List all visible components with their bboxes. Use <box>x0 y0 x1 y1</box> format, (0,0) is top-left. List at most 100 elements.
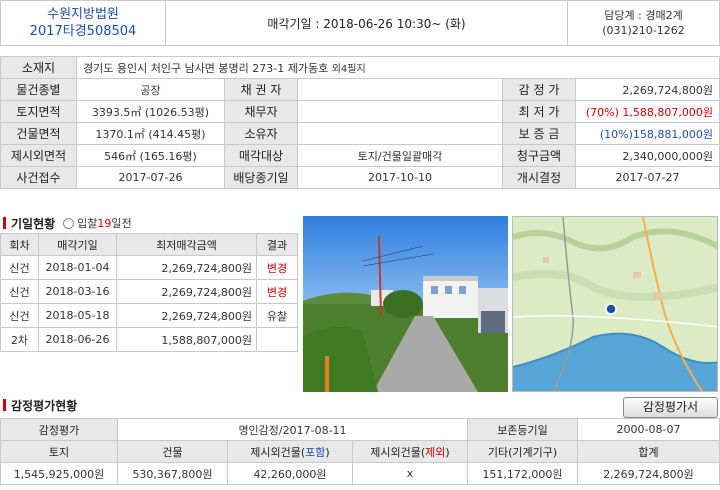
location-label: 소재지 <box>0 56 77 79</box>
col-date: 매각기일 <box>38 233 117 256</box>
case-header: 수원지방법원 2017타경508504 매각기일 : 2018-06-26 10… <box>0 0 720 46</box>
col-incl: 제시외건물(포함) <box>227 440 353 463</box>
incl-post: ) <box>325 445 330 459</box>
bid-suffix: 일전 <box>111 217 132 230</box>
claim-label: 청구금액 <box>502 144 576 167</box>
row-date: 2018-01-04 <box>38 255 117 280</box>
owner-value <box>297 122 503 145</box>
min-price-value: (70%) 1,588,807,000원 <box>575 100 720 123</box>
land-area-label: 토지면적 <box>0 100 77 123</box>
row-amount: 2,269,724,800원 <box>116 279 257 304</box>
appraisal-report-button[interactable]: 감정평가서 <box>623 397 718 418</box>
sale-date-cell: 매각기일 : 2018-06-26 10:30~ (화) <box>165 0 568 46</box>
row-date: 2018-03-16 <box>38 279 117 304</box>
excl-post: ) <box>445 445 450 459</box>
appraisal-title: 감정평가현황 <box>11 398 78 413</box>
distribution-label: 배당종기일 <box>224 166 298 189</box>
incl-amount: 42,260,000원 <box>227 462 353 485</box>
row-amount: 2,269,724,800원 <box>116 303 257 328</box>
map-illustration <box>513 217 717 391</box>
department: 담당계 : 경매2계 <box>604 9 683 22</box>
case-number: 2017타경508504 <box>29 24 137 39</box>
distribution-value: 2017-10-10 <box>297 166 503 189</box>
col-other: 기타(기계기구) <box>467 440 578 463</box>
min-price-label: 최 저 가 <box>502 100 576 123</box>
type-label: 물건종별 <box>0 78 77 101</box>
row-result: 유찰 <box>256 303 298 328</box>
col-building: 건물 <box>117 440 228 463</box>
row-round: 신건 <box>0 255 39 280</box>
court-cell: 수원지방법원 2017타경508504 <box>0 0 166 46</box>
excluded-area-value: 546㎡ (165.16평) <box>76 144 225 167</box>
row-amount: 2,269,724,800원 <box>116 255 257 280</box>
location-map[interactable] <box>512 216 718 392</box>
building-area-value: 1370.1㎡ (414.45평) <box>76 122 225 145</box>
bid-days: 19 <box>97 216 112 230</box>
row-round: 2차 <box>0 327 39 352</box>
commence-label: 개시결정 <box>502 166 576 189</box>
appraisal-label: 감 정 가 <box>502 78 576 101</box>
court-name: 수원지방법원 <box>47 7 119 22</box>
location-value: 경기도 용인시 처인구 남사면 봉명리 273-1 제가동호 <box>83 61 329 75</box>
sale-target-value: 토지/건물일괄매각 <box>297 144 503 167</box>
incl-prefix: 제시외건물( <box>250 445 306 459</box>
owner-label: 소유자 <box>224 122 298 145</box>
creditor-label: 채 권 자 <box>224 78 298 101</box>
preserve-label: 보존등기일 <box>467 418 578 441</box>
radio-icon[interactable] <box>63 217 75 229</box>
claim-value: 2,340,000,000원 <box>575 144 720 167</box>
excluded-area-label: 제시외면적 <box>0 144 77 167</box>
other-amount: 151,172,000원 <box>467 462 578 485</box>
col-excl: 제시외건물(제외) <box>352 440 468 463</box>
preserve-value: 2000-08-07 <box>577 418 720 441</box>
col-amount: 최저매각금액 <box>116 233 257 256</box>
location-cell: 경기도 용인시 처인구 남사면 봉명리 273-1 제가동호 외4필지 <box>76 56 720 79</box>
row-round: 신건 <box>0 303 39 328</box>
excl-mid: 제외 <box>425 445 446 459</box>
land-amount: 1,545,925,000원 <box>0 462 118 485</box>
col-result: 결과 <box>256 233 298 256</box>
sale-date: 매각기일 : 2018-06-26 10:30~ (화) <box>267 16 466 31</box>
property-photo[interactable] <box>303 216 508 392</box>
appraisal-section-header: 감정평가현황 <box>3 398 78 413</box>
deposit-label: 보 증 금 <box>502 122 576 145</box>
col-total: 합계 <box>577 440 720 463</box>
location-extra: 외4필지 <box>331 63 366 75</box>
row-round: 신건 <box>0 279 39 304</box>
commence-value: 2017-07-27 <box>575 166 720 189</box>
building-amount: 530,367,800원 <box>117 462 228 485</box>
row-result <box>256 327 298 352</box>
photo-illustration <box>303 216 508 392</box>
excl-prefix: 제시외건물( <box>370 445 426 459</box>
appraisal-label: 감정평가 <box>0 418 118 441</box>
row-result: 변경 <box>256 279 298 304</box>
sale-target-label: 매각대상 <box>224 144 298 167</box>
bid-countdown: 입찰 19 일전 <box>63 215 132 231</box>
table-row: 2차 2018-06-26 1,588,807,000원 <box>0 327 298 352</box>
total-amount: 2,269,724,800원 <box>577 462 720 485</box>
bid-prefix: 입찰 <box>77 217 98 230</box>
appraisal-agency: 명인감정/2017-08-11 <box>117 418 468 441</box>
property-info-table: 소재지 경기도 용인시 처인구 남사면 봉명리 273-1 제가동호 외4필지 … <box>0 56 720 189</box>
debtor-label: 채무자 <box>224 100 298 123</box>
incl-mid: 포함 <box>305 445 326 459</box>
filed-label: 사건접수 <box>0 166 77 189</box>
col-round: 회차 <box>0 233 39 256</box>
table-row: 신건 2018-05-18 2,269,724,800원 유찰 <box>0 303 298 328</box>
phone: (031)210-1262 <box>602 24 685 37</box>
section-marker <box>3 217 6 229</box>
bid-history-table: 회차 매각기일 최저매각금액 결과 신건 2018-01-04 2,269,72… <box>0 233 298 352</box>
appraisal-table: 감정평가 명인감정/2017-08-11 보존등기일 2000-08-07 토지… <box>0 418 720 485</box>
creditor-value <box>297 78 503 101</box>
excl-amount: x <box>352 462 468 485</box>
col-land: 토지 <box>0 440 118 463</box>
appraisal-value: 2,269,724,800원 <box>575 78 720 101</box>
land-area-value: 3393.5㎡ (1026.53평) <box>76 100 225 123</box>
history-title: 기일현황 <box>11 216 56 231</box>
history-section-header: 기일현황 입찰 19 일전 <box>3 215 132 231</box>
row-amount: 1,588,807,000원 <box>116 327 257 352</box>
deposit-value: (10%)158,881,000원 <box>575 122 720 145</box>
row-result: 변경 <box>256 255 298 280</box>
table-row: 신건 2018-01-04 2,269,724,800원 변경 <box>0 255 298 280</box>
table-row: 신건 2018-03-16 2,269,724,800원 변경 <box>0 279 298 304</box>
